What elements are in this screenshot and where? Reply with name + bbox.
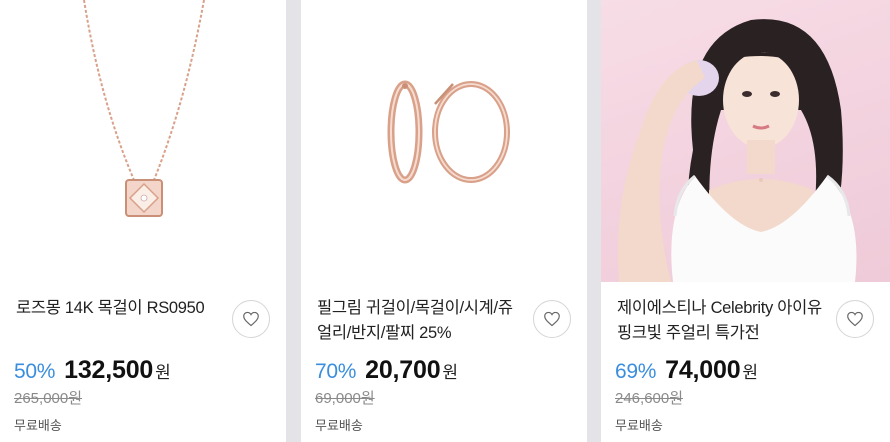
product-card[interactable]: 제이에스티나 Celebrity 아이유 핑크빛 주얼리 특가전 69% 74,… — [601, 0, 890, 442]
sale-price: 20,700 — [365, 356, 441, 384]
product-image[interactable] — [301, 0, 587, 282]
shipping-info: 무료배송 — [315, 418, 363, 433]
product-image[interactable] — [601, 0, 890, 282]
price-row: 50% 132,500 원 — [14, 356, 171, 385]
discount-rate: 69% — [615, 360, 657, 383]
product-image[interactable] — [0, 0, 286, 282]
original-price: 69,000원 — [315, 390, 375, 407]
product-card[interactable]: 로즈몽 14K 목걸이 RS0950 50% 132,500 원 265,000… — [0, 0, 286, 442]
wishlist-button[interactable] — [533, 300, 571, 338]
original-price: 246,600원 — [615, 390, 684, 407]
wishlist-button[interactable] — [836, 300, 874, 338]
currency-unit: 원 — [155, 363, 171, 382]
sale-price: 132,500 — [64, 356, 154, 384]
shipping-info: 무료배송 — [14, 418, 62, 433]
model-photo-image — [617, 19, 857, 282]
shipping-info: 무료배송 — [615, 418, 663, 433]
sale-price: 74,000 — [665, 356, 741, 384]
discount-rate: 50% — [14, 360, 56, 383]
original-price: 265,000원 — [14, 390, 83, 407]
discount-rate: 70% — [315, 360, 357, 383]
product-title[interactable]: 로즈몽 14K 목걸이 RS0950 — [16, 296, 221, 321]
hoop-earrings-image — [387, 80, 510, 184]
product-title[interactable]: 필그림 귀걸이/목걸이/시계/쥬얼리/반지/팔찌 25% — [317, 296, 522, 346]
heart-icon — [243, 311, 259, 327]
wishlist-button[interactable] — [232, 300, 270, 338]
heart-icon — [544, 311, 560, 327]
necklace-image — [83, 0, 205, 217]
price-row: 70% 20,700 원 — [315, 356, 458, 385]
product-card[interactable]: 필그림 귀걸이/목걸이/시계/쥬얼리/반지/팔찌 25% 70% 20,700 … — [301, 0, 587, 442]
heart-icon — [847, 311, 863, 327]
currency-unit: 원 — [442, 363, 459, 382]
currency-unit: 원 — [742, 363, 759, 382]
price-row: 69% 74,000 원 — [615, 356, 758, 385]
product-title[interactable]: 제이에스티나 Celebrity 아이유 핑크빛 주얼리 특가전 — [617, 296, 822, 346]
